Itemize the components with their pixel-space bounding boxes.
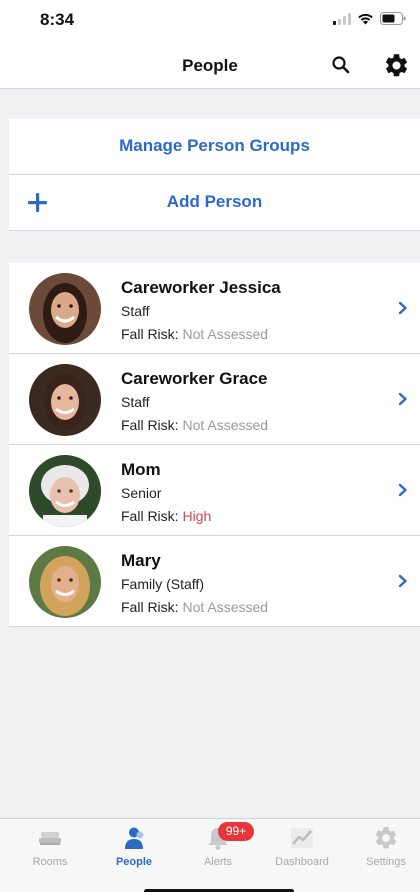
person-name: Mom [121, 460, 161, 479]
gear-icon [375, 827, 397, 849]
wifi-icon [358, 13, 373, 24]
tab-people[interactable]: People [92, 819, 176, 879]
fall-risk-value: Not Assessed [182, 599, 269, 615]
tab-label: Settings [366, 856, 406, 868]
tab-dashboard[interactable]: Dashboard [260, 819, 344, 879]
section-divider [0, 231, 420, 263]
fall-risk-value: Not Assessed [182, 417, 269, 433]
avatar [29, 546, 101, 618]
fall-risk: Fall Risk: High [121, 508, 211, 524]
tab-alerts[interactable]: 99+ Alerts [176, 819, 260, 879]
status-icons [333, 12, 406, 25]
tab-bar: Rooms People 99+ Alerts Dashboard Settin… [0, 818, 420, 892]
nav-bar: People [0, 42, 420, 89]
gear-icon[interactable] [383, 52, 410, 79]
fall-risk-value: Not Assessed [182, 326, 269, 342]
chevron-right-icon [398, 301, 407, 315]
manage-person-groups-label: Manage Person Groups [119, 136, 310, 155]
tab-rooms[interactable]: Rooms [8, 819, 92, 879]
tab-label: Rooms [32, 856, 68, 868]
person-row[interactable]: Careworker Grace Staff Fall Risk: Not As… [9, 354, 420, 445]
person-name: Careworker Jessica [121, 278, 281, 297]
person-name: Mary [121, 551, 161, 570]
avatar [29, 364, 101, 436]
manage-person-groups-button[interactable]: Manage Person Groups [9, 119, 420, 175]
fall-risk: Fall Risk: Not Assessed [121, 599, 268, 615]
fall-risk-label: Fall Risk: [121, 508, 179, 524]
section-divider [0, 89, 420, 119]
person-row[interactable]: Mary Family (Staff) Fall Risk: Not Asses… [9, 536, 420, 627]
chart-icon [291, 828, 313, 848]
person-name: Careworker Grace [121, 369, 268, 388]
status-time: 8:34 [40, 10, 75, 29]
cellular-signal-icon [333, 12, 351, 25]
status-bar: 8:34 [0, 0, 420, 42]
fall-risk-value: High [182, 508, 212, 524]
tab-settings[interactable]: Settings [344, 819, 420, 879]
chevron-right-icon [398, 483, 407, 497]
search-icon[interactable] [330, 54, 352, 76]
add-person-button[interactable]: Add Person [9, 175, 420, 231]
fall-risk: Fall Risk: Not Assessed [121, 417, 268, 433]
person-role: Senior [121, 485, 162, 501]
person-role: Staff [121, 303, 150, 319]
person-role: Family (Staff) [121, 576, 204, 592]
fall-risk-label: Fall Risk: [121, 326, 179, 342]
person-row[interactable]: Mom Senior Fall Risk: High [9, 445, 420, 536]
bed-icon [39, 832, 61, 845]
fall-risk-label: Fall Risk: [121, 599, 179, 615]
person-icon [125, 827, 144, 849]
alerts-badge: 99+ [218, 822, 254, 841]
person-role: Staff [121, 394, 150, 410]
avatar [29, 455, 101, 527]
tab-label: Dashboard [275, 856, 329, 868]
person-row[interactable]: Careworker Jessica Staff Fall Risk: Not … [9, 263, 420, 354]
avatar [29, 273, 101, 345]
tab-label: People [115, 856, 153, 868]
page-title: People [182, 56, 238, 75]
fall-risk-label: Fall Risk: [121, 417, 179, 433]
tab-label: Alerts [203, 856, 233, 868]
battery-icon [380, 12, 406, 25]
add-person-label: Add Person [166, 192, 263, 211]
fall-risk: Fall Risk: Not Assessed [121, 326, 268, 342]
chevron-right-icon [398, 574, 407, 588]
chevron-right-icon [398, 392, 407, 406]
